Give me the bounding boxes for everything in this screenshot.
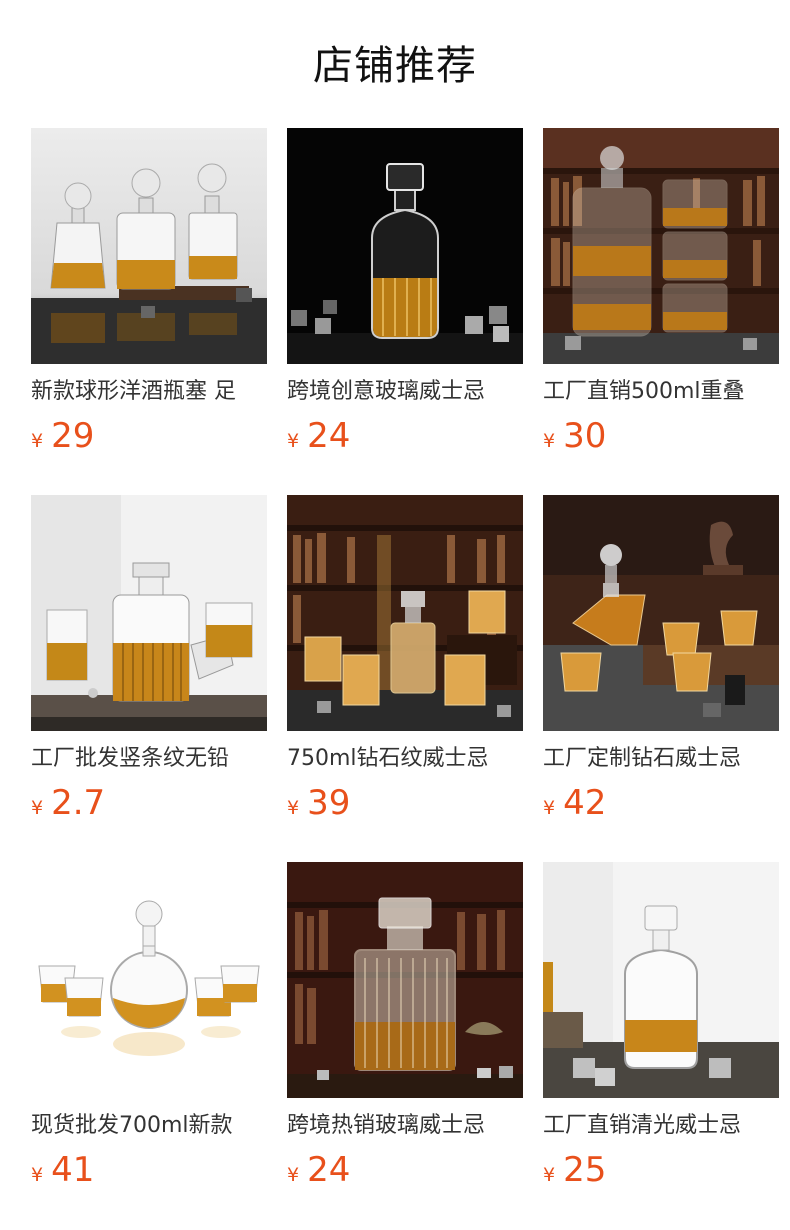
product-name[interactable]: 跨境创意玻璃威士忌 <box>287 377 523 407</box>
product-card[interactable]: 工厂定制钻石威士忌 ¥ 42 <box>543 495 779 823</box>
product-image[interactable] <box>543 128 779 364</box>
product-name[interactable]: 750ml钻石纹威士忌 <box>287 744 523 774</box>
product-card[interactable]: 750ml钻石纹威士忌 ¥ 39 <box>287 495 523 823</box>
diamond-pattern-decanter-icon <box>287 495 523 731</box>
product-name[interactable]: 现货批发700ml新款 <box>31 1111 267 1141</box>
price-value: 39 <box>307 783 351 823</box>
currency-symbol: ¥ <box>543 797 556 819</box>
product-card[interactable]: 跨境热销玻璃威士忌 ¥ 24 <box>287 862 523 1190</box>
square-decanter-icon <box>287 862 523 1098</box>
product-image[interactable] <box>543 862 779 1098</box>
stacked-decanter-icon <box>543 128 779 364</box>
round-decanter-icon <box>31 862 267 1098</box>
page-title: 店铺推荐 <box>313 43 477 89</box>
currency-symbol: ¥ <box>287 430 300 452</box>
product-name[interactable]: 工厂定制钻石威士忌 <box>543 744 779 774</box>
product-price: ¥ 25 <box>543 1148 606 1192</box>
price-value: 25 <box>563 1150 607 1190</box>
whisky-decanter-set-icon <box>31 128 267 364</box>
product-price: ¥ 39 <box>287 781 350 825</box>
clear-decanter-icon <box>543 862 779 1098</box>
product-name[interactable]: 工厂直销清光威士忌 <box>543 1111 779 1141</box>
currency-symbol: ¥ <box>543 430 556 452</box>
product-card[interactable]: 工厂直销清光威士忌 ¥ 25 <box>543 862 779 1190</box>
currency-symbol: ¥ <box>31 430 44 452</box>
product-price: ¥ 29 <box>31 414 94 458</box>
product-image[interactable] <box>31 495 267 731</box>
product-image[interactable] <box>31 128 267 364</box>
price-value: 2.7 <box>51 783 106 823</box>
product-name[interactable]: 跨境热销玻璃威士忌 <box>287 1111 523 1141</box>
product-card[interactable]: 工厂直销500ml重叠 ¥ 30 <box>543 128 779 456</box>
price-value: 24 <box>307 1150 351 1190</box>
product-price: ¥ 24 <box>287 1148 350 1192</box>
price-value: 24 <box>307 416 351 456</box>
currency-symbol: ¥ <box>543 1164 556 1186</box>
product-grid: 新款球形洋酒瓶塞 足 ¥ 29 跨境创意玻璃威士忌 ¥ 24 工厂直销500ml… <box>31 128 779 1190</box>
price-value: 30 <box>563 416 607 456</box>
product-image[interactable] <box>287 862 523 1098</box>
currency-symbol: ¥ <box>31 1164 44 1186</box>
currency-symbol: ¥ <box>31 797 44 819</box>
product-name[interactable]: 新款球形洋酒瓶塞 足 <box>31 377 267 407</box>
price-value: 41 <box>51 1150 95 1190</box>
product-card[interactable]: 工厂批发竖条纹无铅 ¥ 2.7 <box>31 495 267 823</box>
product-card[interactable]: 现货批发700ml新款 ¥ 41 <box>31 862 267 1190</box>
product-image[interactable] <box>543 495 779 731</box>
product-image[interactable] <box>287 495 523 731</box>
currency-symbol: ¥ <box>287 1164 300 1186</box>
product-name[interactable]: 工厂直销500ml重叠 <box>543 377 779 407</box>
price-value: 42 <box>563 783 607 823</box>
product-price: ¥ 30 <box>543 414 606 458</box>
product-price: ¥ 2.7 <box>31 781 105 825</box>
price-value: 29 <box>51 416 95 456</box>
product-image[interactable] <box>31 862 267 1098</box>
diamond-decanter-icon <box>543 495 779 731</box>
product-card[interactable]: 跨境创意玻璃威士忌 ¥ 24 <box>287 128 523 456</box>
product-image[interactable] <box>287 128 523 364</box>
currency-symbol: ¥ <box>287 797 300 819</box>
striped-decanter-icon <box>31 495 267 731</box>
product-card[interactable]: 新款球形洋酒瓶塞 足 ¥ 29 <box>31 128 267 456</box>
product-price: ¥ 42 <box>543 781 606 825</box>
product-name[interactable]: 工厂批发竖条纹无铅 <box>31 744 267 774</box>
whisky-decanter-icon <box>287 128 523 364</box>
product-price: ¥ 24 <box>287 414 350 458</box>
product-price: ¥ 41 <box>31 1148 94 1192</box>
